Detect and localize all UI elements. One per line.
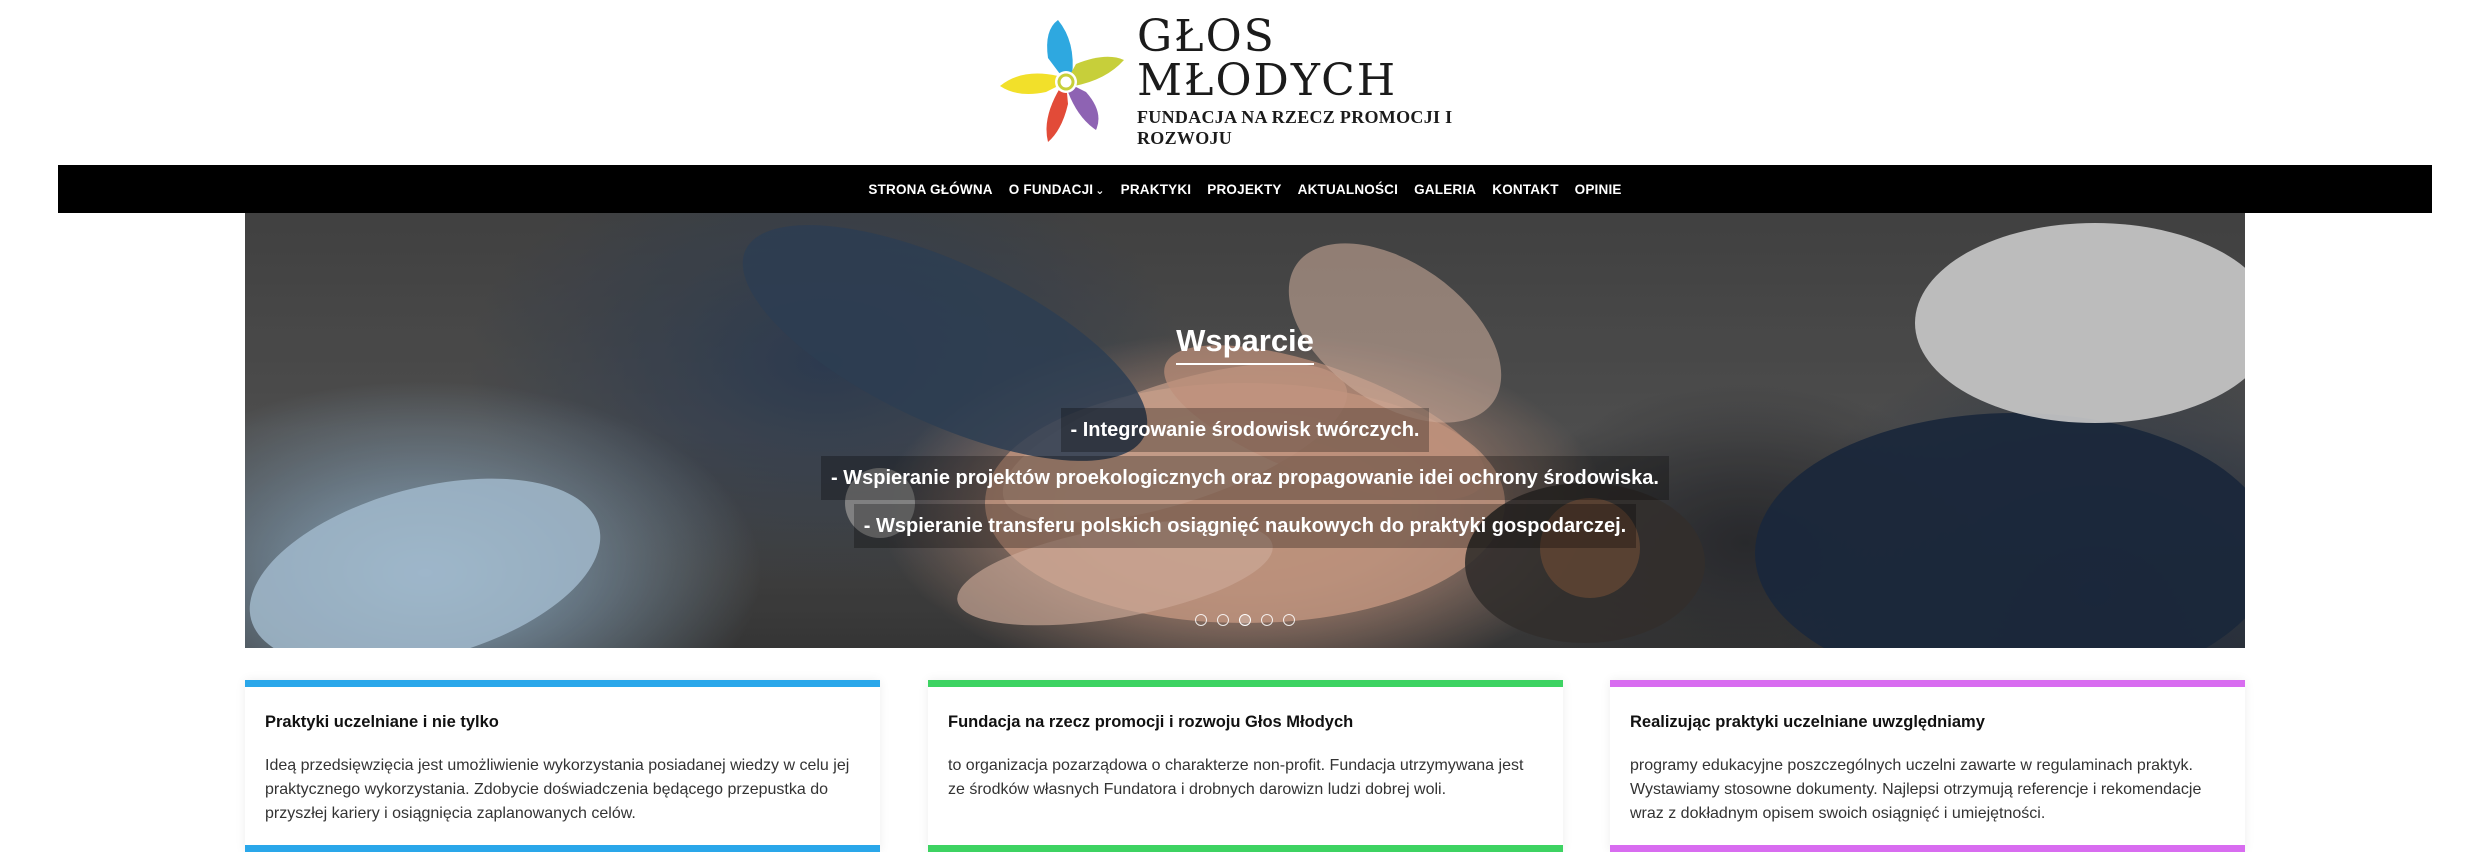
nav-label: PRAKTYKI — [1120, 181, 1192, 197]
nav-item-news[interactable]: AKTUALNOŚCI — [1298, 182, 1398, 197]
chevron-down-icon: ⌄ — [1095, 184, 1105, 197]
slider-dot[interactable] — [1283, 614, 1295, 626]
card-text: Ideą przedsięwzięcia jest umożliwienie w… — [265, 757, 850, 822]
feature-cards: Praktyki uczelniane i nie tylko Ideą prz… — [245, 680, 2245, 852]
nav-item-opinions[interactable]: OPINIE — [1575, 182, 1622, 197]
nav-item-home[interactable]: STRONA GŁÓWNA — [868, 182, 992, 197]
nav-item-about[interactable]: O FUNDACJI ⌄ — [1009, 182, 1105, 197]
nav-label: KONTAKT — [1492, 181, 1559, 197]
card-programs: Realizując praktyki uczelniane uwzględni… — [1610, 680, 2245, 852]
card-text: to organizacja pozarządowa o charakterze… — [948, 757, 1524, 798]
nav-item-projects[interactable]: PROJEKTY — [1207, 182, 1281, 197]
logo-title: GŁOS MŁODYCH — [1137, 11, 1398, 106]
nav-label: PROJEKTY — [1207, 181, 1282, 197]
card-accent-bar — [928, 845, 1563, 852]
slider-dot[interactable] — [1217, 614, 1229, 626]
card-foundation: Fundacja na rzecz promocji i rozwoju Gło… — [928, 680, 1563, 852]
card-accent-bar — [1610, 680, 2245, 687]
site-header: GŁOS MŁODYCH FUNDACJA NA RZECZ PROMOCJI … — [0, 0, 2490, 165]
slider-dot[interactable] — [1261, 614, 1273, 626]
slider-dot[interactable] — [1195, 614, 1207, 626]
card-accent-bar — [928, 680, 1563, 687]
pinwheel-logo-icon — [1000, 20, 1124, 142]
hero-text-block: - Integrowanie środowisk twórczych. - Ws… — [245, 408, 2245, 552]
hero-slider[interactable]: Wsparcie - Integrowanie środowisk twórcz… — [245, 213, 2245, 648]
slider-dot-active[interactable] — [1239, 614, 1251, 626]
nav-item-gallery[interactable]: GALERIA — [1414, 182, 1476, 197]
nav-label: GALERIA — [1414, 181, 1477, 197]
nav-label: AKTUALNOŚCI — [1297, 181, 1399, 197]
site-logo[interactable]: GŁOS MŁODYCH FUNDACJA NA RZECZ PROMOCJI … — [1000, 11, 1500, 148]
nav-label: STRONA GŁÓWNA — [868, 181, 993, 197]
hero-line: - Wspieranie transferu polskich osiągnię… — [853, 504, 1637, 548]
nav-label: OPINIE — [1574, 181, 1622, 197]
nav-item-internships[interactable]: PRAKTYKI — [1121, 182, 1192, 197]
hero-title: Wsparcie — [1176, 323, 1314, 365]
hero-line: - Wspieranie projektów proekologicznych … — [821, 456, 1669, 500]
slider-dots — [245, 614, 2245, 626]
hero-line: - Integrowanie środowisk twórczych. — [1060, 408, 1430, 452]
card-title: Realizując praktyki uczelniane uwzględni… — [1630, 713, 1985, 731]
card-text: programy edukacyjne poszczególnych uczel… — [1630, 757, 2202, 822]
card-title: Fundacja na rzecz promocji i rozwoju Gło… — [948, 713, 1354, 731]
card-accent-bar — [245, 680, 880, 687]
nav-item-contact[interactable]: KONTAKT — [1492, 182, 1558, 197]
main-nav: STRONA GŁÓWNA O FUNDACJI ⌄ PRAKTYKI PROJE… — [58, 165, 2432, 213]
card-accent-bar — [1610, 845, 2245, 852]
nav-list: STRONA GŁÓWNA O FUNDACJI ⌄ PRAKTYKI PROJE… — [860, 182, 1629, 197]
nav-label: O FUNDACJI — [1008, 181, 1094, 197]
card-title: Praktyki uczelniane i nie tylko — [265, 713, 499, 731]
card-internships: Praktyki uczelniane i nie tylko Ideą prz… — [245, 680, 880, 852]
card-accent-bar — [245, 845, 880, 852]
logo-subtitle: FUNDACJA NA RZECZ PROMOCJI I ROZWOJU — [1137, 107, 1453, 148]
